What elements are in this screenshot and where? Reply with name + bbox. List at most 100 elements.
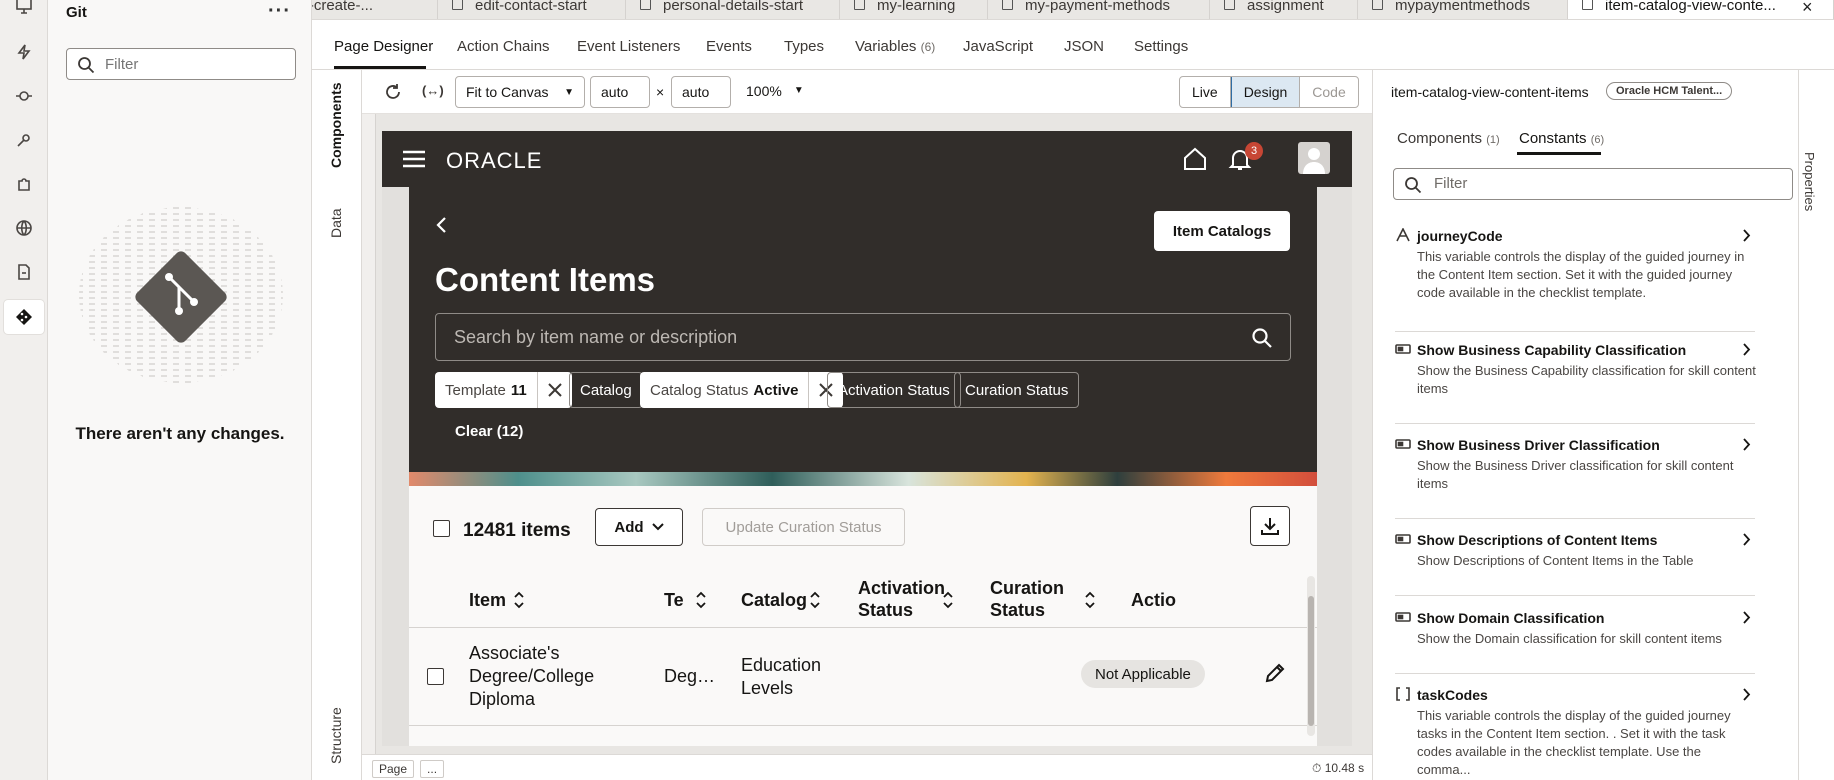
mode-code[interactable]: Code — [1300, 77, 1357, 107]
add-button[interactable]: Add — [595, 508, 683, 546]
col-item[interactable]: Item — [469, 589, 506, 611]
select-all-checkbox[interactable] — [433, 520, 450, 537]
constant-item[interactable]: Show Domain Classification Show the Doma… — [1395, 610, 1755, 674]
mode-live[interactable]: Live — [1180, 77, 1231, 107]
close-icon[interactable] — [536, 372, 562, 408]
sort-icon[interactable] — [809, 591, 821, 609]
chevron-right-icon[interactable] — [1743, 229, 1751, 242]
constants-filter[interactable]: Filter — [1393, 168, 1793, 200]
file-tab-active[interactable]: item-catalog-view-conte... × — [1568, 0, 1834, 19]
constant-item[interactable]: journeyCode This variable controls the d… — [1395, 228, 1755, 332]
constant-item[interactable]: taskCodes This variable controls the dis… — [1395, 687, 1755, 779]
tab-event-listeners[interactable]: Event Listeners — [577, 38, 680, 55]
more-icon[interactable]: ··· — [268, 0, 291, 23]
tab-action-chains[interactable]: Action Chains — [457, 38, 550, 55]
component-icon[interactable] — [12, 172, 36, 196]
tab-events[interactable]: Events — [706, 38, 752, 55]
globe-icon[interactable] — [12, 216, 36, 240]
template-chip[interactable]: Template 11 — [435, 372, 572, 408]
clear-filters-link[interactable]: Clear (12) — [455, 423, 523, 440]
download-button[interactable] — [1250, 506, 1290, 546]
curation-status-chip[interactable]: Curation Status — [954, 372, 1080, 408]
tab-count: (6) — [1590, 134, 1605, 146]
tab-page-designer[interactable]: Page Designer — [334, 38, 433, 55]
update-curation-button[interactable]: Update Curation Status — [702, 508, 905, 546]
lightning-icon[interactable] — [12, 40, 36, 64]
catalog-status-chip[interactable]: Catalog Status Active — [640, 372, 844, 408]
col-catalog[interactable]: Catalog — [741, 589, 807, 611]
chevron-right-icon[interactable] — [1743, 438, 1751, 451]
tab-types[interactable]: Types — [784, 38, 824, 55]
file-tab[interactable]: assignment — [1210, 0, 1358, 19]
col-template[interactable]: Te — [664, 589, 684, 611]
constant-item[interactable]: Show Descriptions of Content Items Show … — [1395, 532, 1755, 596]
table-row[interactable]: Associate's Degree/College Diploma Deg… Ed… — [409, 628, 1317, 726]
file-tab[interactable]: my-learning — [840, 0, 988, 19]
tab-javascript[interactable]: JavaScript — [963, 38, 1033, 55]
refresh-icon[interactable] — [384, 83, 402, 101]
file-tab[interactable]: ls-create-... — [312, 0, 438, 19]
search-field[interactable]: Search by item name or description — [435, 313, 1291, 361]
cell-catalog: Education Levels — [741, 654, 821, 700]
tab-settings[interactable]: Settings — [1134, 38, 1188, 55]
active-tab-indicator — [334, 66, 426, 69]
search-icon[interactable] — [1251, 327, 1273, 349]
breadcrumb-page[interactable]: Page — [372, 760, 415, 778]
col-curation-status[interactable]: Curation Status — [990, 577, 1064, 621]
chevron-right-icon[interactable] — [1743, 533, 1751, 546]
row-checkbox[interactable] — [427, 668, 444, 685]
git-filter-input[interactable] — [105, 56, 285, 73]
width-input[interactable]: auto — [590, 76, 650, 108]
sort-icon[interactable] — [695, 591, 707, 609]
tab-variables[interactable]: Variables (6) — [855, 38, 935, 55]
git-icon[interactable] — [4, 300, 44, 334]
side-tabs: Components Data Structure — [312, 70, 362, 780]
tab-properties[interactable]: Properties — [1802, 152, 1817, 211]
constant-description: Show the Business Driver classification … — [1417, 458, 1734, 491]
render-timer: ⏱ 10.48 s — [1312, 761, 1365, 775]
document-icon[interactable] — [12, 260, 36, 284]
flow-icon[interactable] — [12, 128, 36, 152]
file-tab[interactable]: mypaymentmethods — [1358, 0, 1568, 19]
chevron-right-icon[interactable] — [1743, 343, 1751, 356]
col-activation-status[interactable]: Activation Status — [858, 577, 945, 621]
file-tab[interactable]: personal-details-start — [626, 0, 840, 19]
sort-icon[interactable] — [942, 591, 954, 609]
table-scrollbar[interactable] — [1307, 576, 1315, 736]
file-tab[interactable]: my-payment-methods — [988, 0, 1210, 19]
item-catalogs-button[interactable]: Item Catalogs — [1154, 211, 1290, 251]
height-input[interactable]: auto — [671, 76, 731, 108]
constant-description: This variable controls the display of th… — [1417, 249, 1745, 300]
activation-status-chip[interactable]: Activation Status — [827, 372, 961, 408]
breadcrumb-more[interactable]: ... — [420, 760, 445, 778]
file-tab[interactable]: edit-contact-start — [438, 0, 626, 19]
catalog-chip[interactable]: Catalog — [569, 372, 643, 408]
home-icon[interactable] — [1182, 147, 1208, 171]
zoom-dropdown[interactable]: 100% ▼ — [746, 83, 804, 99]
sort-icon[interactable] — [1084, 591, 1096, 609]
monitor-icon[interactable] — [12, 0, 36, 18]
tab-data[interactable]: Data — [328, 208, 344, 238]
chevron-right-icon[interactable] — [1743, 611, 1751, 624]
constant-description: Show the Business Capability classificat… — [1417, 363, 1756, 396]
git-filter-field[interactable] — [66, 48, 296, 80]
sort-icon[interactable] — [513, 591, 525, 609]
responsive-icon[interactable]: (↔) — [422, 83, 444, 98]
constant-item[interactable]: Show Business Driver Classification Show… — [1395, 437, 1755, 519]
avatar[interactable] — [1298, 142, 1330, 174]
back-icon[interactable] — [435, 215, 449, 235]
fit-dropdown[interactable]: Fit to Canvas ▼ — [455, 76, 585, 108]
tab-json[interactable]: JSON — [1064, 38, 1104, 55]
hamburger-icon[interactable] — [402, 149, 426, 169]
tab-components[interactable]: Components — [328, 82, 344, 168]
event-icon[interactable] — [12, 84, 36, 108]
search-icon — [1404, 176, 1422, 194]
tab-structure[interactable]: Structure — [328, 707, 344, 764]
edit-icon[interactable] — [1264, 662, 1286, 684]
constant-item[interactable]: Show Business Capability Classification … — [1395, 342, 1756, 424]
tab-constants[interactable]: Constants (6) — [1519, 130, 1604, 147]
mode-design[interactable]: Design — [1230, 77, 1301, 107]
close-icon[interactable]: × — [1802, 0, 1813, 18]
tab-components[interactable]: Components (1) — [1397, 130, 1500, 147]
chevron-right-icon[interactable] — [1743, 688, 1751, 701]
